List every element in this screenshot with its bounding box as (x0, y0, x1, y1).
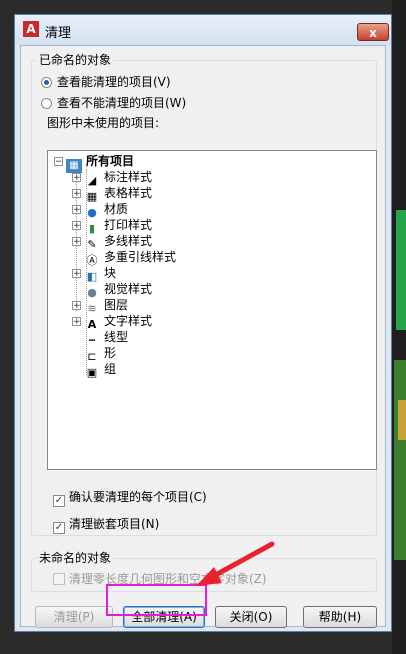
tree-item-layers[interactable]: + ≋ 图层 (72, 297, 129, 315)
tree-item-label: 图层 (104, 298, 129, 312)
purge-nested-label: 清理嵌套项目(N) (69, 517, 160, 531)
unused-items-label: 图形中未使用的项目: (47, 116, 160, 130)
tree-item-linetypes[interactable]: ┅ 线型 (84, 329, 129, 347)
background-drawing (398, 400, 406, 440)
group-icon: ▣ (86, 366, 98, 379)
tree-item-label: 线型 (104, 330, 129, 344)
checkbox-empty-icon (53, 573, 65, 585)
purge-dialog: A 清理 x 已命名的对象 查看能清理的项目(V) 查看不能清理的项目(W) 图… (14, 14, 392, 632)
dialog-client-area: 已命名的对象 查看能清理的项目(V) 查看不能清理的项目(W) 图形中未使用的项… (20, 45, 386, 628)
expand-icon[interactable]: + (72, 317, 81, 327)
help-button[interactable]: 帮助(H) (303, 606, 377, 628)
expand-icon[interactable]: + (72, 237, 81, 247)
items-tree[interactable]: − ▦ 所有项目 + ◢ 标注样式 + ▦ 表格样式 + ● 材质 + ▮ 打印样式 + ✎ 多线样式 … (47, 150, 377, 470)
tree-item-label: 标注样式 (104, 170, 153, 184)
tree-item-multileader-styles[interactable]: Ⓐ 多重引线样式 (84, 249, 177, 267)
tree-item-plot-styles[interactable]: + ▮ 打印样式 (72, 217, 153, 235)
dialog-title: 清理 (45, 26, 72, 41)
autocad-app-icon: A (23, 21, 39, 37)
radio-view-purgeable[interactable]: 查看能清理的项目(V) (41, 73, 171, 90)
unnamed-objects-label: 未命名的对象 (37, 549, 114, 566)
background-canvas (392, 0, 406, 654)
tree-item-label: 多重引线样式 (104, 250, 177, 264)
close-dialog-button[interactable]: 关闭(O) (215, 606, 287, 628)
expand-icon[interactable]: + (72, 205, 81, 215)
close-icon: x (369, 26, 377, 40)
radio-view-not-purgeable-label: 查看不能清理的项目(W) (57, 96, 187, 110)
tree-item-label: 文字样式 (104, 314, 153, 328)
confirm-each-item-label: 确认要清理的每个项目(C) (69, 490, 207, 504)
tree-item-visual-styles[interactable]: ● 视觉样式 (84, 281, 153, 299)
tree-item-shapes[interactable]: ⊏ 形 (84, 345, 117, 363)
tree-item-label: 打印样式 (104, 218, 153, 232)
highlight-annotation (106, 584, 207, 616)
expand-icon[interactable]: + (72, 189, 81, 199)
tree-item-materials[interactable]: + ● 材质 (72, 201, 129, 219)
purge-button[interactable]: 清理(P) (35, 606, 113, 628)
tree-item-blocks[interactable]: + ◧ 块 (72, 265, 117, 283)
tree-root-all-items[interactable]: − ▦ 所有项目 (54, 153, 135, 173)
tree-root-label: 所有项目 (86, 154, 135, 168)
tree-item-label: 形 (104, 346, 117, 360)
radio-unselected-icon (41, 98, 52, 109)
tree-item-label: 表格样式 (104, 186, 153, 200)
tree-item-label: 多线样式 (104, 234, 153, 248)
tree-item-groups[interactable]: ▣ 组 (84, 361, 117, 379)
expand-icon[interactable]: + (72, 301, 81, 311)
tree-item-text-styles[interactable]: + A 文字样式 (72, 313, 153, 331)
expand-icon[interactable]: + (72, 269, 81, 279)
radio-view-purgeable-label: 查看能清理的项目(V) (57, 75, 171, 89)
tree-item-dimension-styles[interactable]: + ◢ 标注样式 (72, 169, 153, 187)
tree-item-label: 视觉样式 (104, 282, 153, 296)
named-objects-label: 已命名的对象 (37, 51, 114, 68)
title-bar[interactable]: A 清理 x (15, 15, 391, 45)
checkmark-icon: ✓ (53, 522, 65, 534)
background-drawing (396, 210, 406, 330)
expand-icon[interactable]: + (72, 221, 81, 231)
expand-icon[interactable]: + (72, 173, 81, 183)
close-button[interactable]: x (357, 23, 389, 41)
background-drawing (394, 360, 406, 560)
tree-item-label: 组 (104, 362, 117, 376)
tree-item-label: 块 (104, 266, 117, 280)
confirm-each-item-checkbox[interactable]: ✓ 确认要清理的每个项目(C) (53, 488, 207, 507)
collapse-icon[interactable]: − (54, 157, 63, 167)
tree-item-multiline-styles[interactable]: + ✎ 多线样式 (72, 233, 153, 251)
checkmark-icon: ✓ (53, 495, 65, 507)
purge-nested-checkbox[interactable]: ✓ 清理嵌套项目(N) (53, 515, 159, 534)
tree-item-table-styles[interactable]: + ▦ 表格样式 (72, 185, 153, 203)
radio-view-not-purgeable[interactable]: 查看不能清理的项目(W) (41, 94, 186, 111)
radio-selected-icon (41, 77, 52, 88)
tree-item-label: 材质 (104, 202, 129, 216)
